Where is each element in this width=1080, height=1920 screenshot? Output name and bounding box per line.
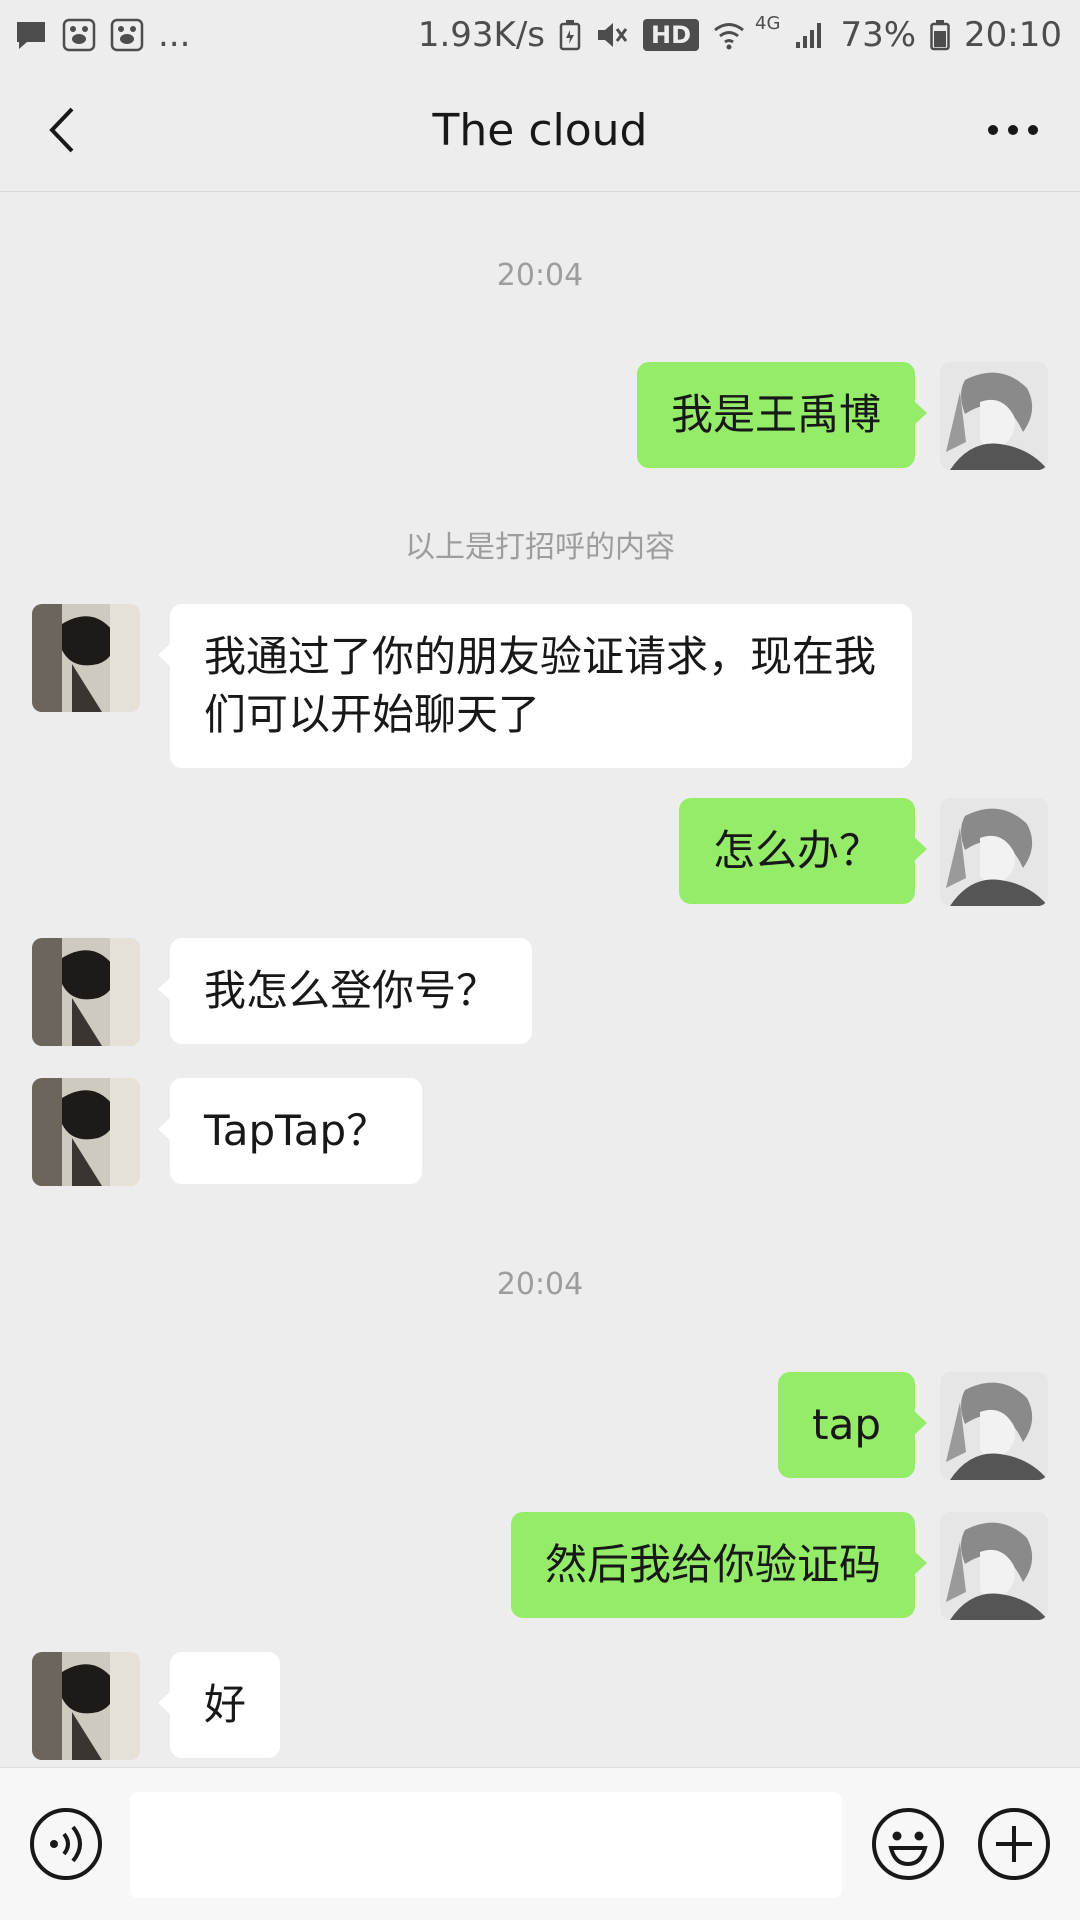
baidu-icon xyxy=(62,18,96,52)
battery-percent: 73% xyxy=(840,15,917,55)
back-button[interactable] xyxy=(30,98,94,162)
more-functions-button[interactable] xyxy=(976,1806,1052,1882)
more-options-button[interactable] xyxy=(976,98,1050,162)
signal-icon xyxy=(794,20,826,50)
message-icon xyxy=(14,18,48,52)
more-icon xyxy=(988,125,1038,135)
hd-badge: HD xyxy=(643,19,700,51)
message-bubble-in[interactable]: 我怎么登你号？ xyxy=(157,938,533,1044)
nav-bar: The cloud xyxy=(0,70,1080,192)
chat-title: The cloud xyxy=(432,105,648,156)
message-bubble-in[interactable]: 我通过了你的朋友验证请求，现在我们可以开始聊天了 xyxy=(158,604,912,768)
avatar-me[interactable] xyxy=(940,1372,1048,1480)
more-notifications: ... xyxy=(158,15,191,55)
battery-saver-icon xyxy=(559,19,581,51)
avatar-contact[interactable] xyxy=(32,1078,140,1186)
mute-icon xyxy=(595,19,629,51)
wifi-icon xyxy=(713,19,745,51)
message-input[interactable] xyxy=(130,1792,842,1898)
avatar-me[interactable] xyxy=(940,362,1048,470)
message-row-in: 好 xyxy=(0,1652,1080,1760)
voice-icon xyxy=(30,1808,102,1880)
avatar-me[interactable] xyxy=(940,1512,1048,1620)
message-bubble-out[interactable]: 怎么办？ xyxy=(678,798,928,904)
network-speed: 1.93K/s xyxy=(417,15,546,55)
message-bubble-in[interactable]: TapTap？ xyxy=(157,1078,423,1184)
voice-button[interactable] xyxy=(28,1806,104,1882)
chat-screen: ... 1.93K/s HD 4G 73% 20:10 The cloud 20… xyxy=(0,0,1080,1920)
emoji-button[interactable] xyxy=(870,1806,946,1882)
plus-icon xyxy=(978,1808,1050,1880)
time-label: 20:04 xyxy=(496,1267,584,1302)
back-arrow-icon xyxy=(49,107,74,153)
baidu-icon xyxy=(110,18,144,52)
avatar-me[interactable] xyxy=(940,798,1048,906)
message-bubble-out[interactable]: 然后我给你验证码 xyxy=(510,1512,928,1618)
avatar-contact[interactable] xyxy=(32,938,140,1046)
message-bubble-in[interactable]: 好 xyxy=(157,1652,281,1758)
avatar-contact[interactable] xyxy=(32,1652,140,1760)
message-row-in: TapTap？ xyxy=(0,1078,1080,1186)
time-label: 20:04 xyxy=(496,258,584,293)
message-row-out: 我是王禹博 xyxy=(0,362,1080,470)
status-notifications: ... xyxy=(14,15,190,55)
message-row-out: 怎么办？ xyxy=(0,798,1080,906)
battery-icon xyxy=(930,19,950,51)
status-indicators: 1.93K/s HD 4G 73% 20:10 xyxy=(417,12,1062,56)
message-bubble-out[interactable]: 我是王禹博 xyxy=(636,362,928,468)
message-row-out: tap xyxy=(0,1372,1080,1480)
message-row-in: 我怎么登你号？ xyxy=(0,938,1080,1046)
status-bar: ... 1.93K/s HD 4G 73% 20:10 xyxy=(0,0,1080,70)
status-time: 20:10 xyxy=(964,15,1062,55)
emoji-icon xyxy=(872,1808,944,1880)
input-bar xyxy=(0,1767,1080,1920)
message-row-in: 我通过了你的朋友验证请求，现在我们可以开始聊天了 xyxy=(0,604,1080,768)
network-type: 4G xyxy=(755,12,781,34)
message-row-out: 然后我给你验证码 xyxy=(0,1512,1080,1620)
system-note: 以上是打招呼的内容 xyxy=(405,530,675,565)
message-bubble-out[interactable]: tap xyxy=(778,1372,927,1478)
message-list[interactable]: 20:04 我是王禹博 以上是打招呼的内容 我通过了你的朋友验证请求，现在我们可… xyxy=(0,193,1080,1767)
avatar-contact[interactable] xyxy=(32,604,140,712)
